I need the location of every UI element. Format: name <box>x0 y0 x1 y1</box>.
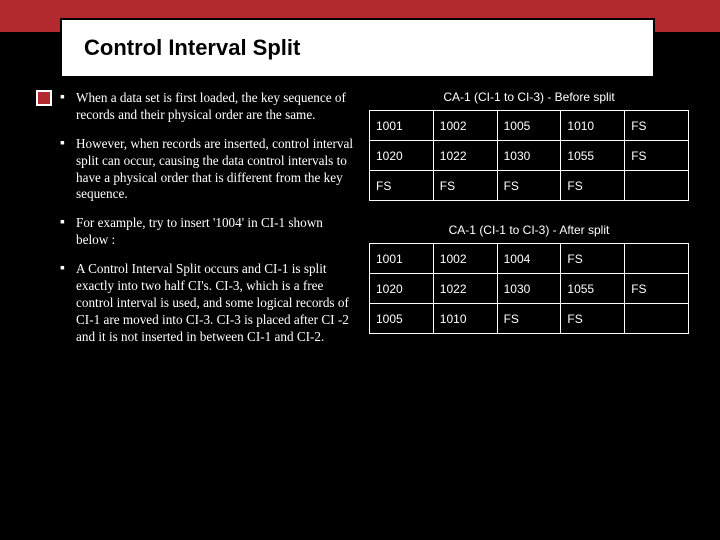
bullet-text: When a data set is first loaded, the key… <box>76 90 355 124</box>
table-row: 1020 1022 1030 1055 FS <box>370 274 689 304</box>
cell: 1002 <box>433 111 497 141</box>
cell: FS <box>561 304 625 334</box>
cell: 1005 <box>497 111 561 141</box>
cell <box>625 171 689 201</box>
table-row: 1020 1022 1030 1055 FS <box>370 141 689 171</box>
list-item: ▪ When a data set is first loaded, the k… <box>60 90 355 124</box>
tables-column: CA-1 (CI-1 to CI-3) - Before split 1001 … <box>369 90 689 358</box>
bullet-icon: ▪ <box>60 215 76 249</box>
table-caption-before: CA-1 (CI-1 to CI-3) - Before split <box>369 90 689 104</box>
cell: 1055 <box>561 274 625 304</box>
cell: FS <box>561 244 625 274</box>
bullet-text: However, when records are inserted, cont… <box>76 136 355 204</box>
cell: 1005 <box>370 304 434 334</box>
bullet-icon: ▪ <box>60 136 76 204</box>
table-row: 1005 1010 FS FS <box>370 304 689 334</box>
content-area: ▪ When a data set is first loaded, the k… <box>60 90 690 358</box>
slide-title: Control Interval Split <box>84 35 300 61</box>
page-marker-icon <box>36 90 58 112</box>
cell: FS <box>561 171 625 201</box>
cell <box>625 244 689 274</box>
cell: 1055 <box>561 141 625 171</box>
bullet-icon: ▪ <box>60 261 76 345</box>
table-caption-after: CA-1 (CI-1 to CI-3) - After split <box>369 223 689 237</box>
title-box: Control Interval Split <box>60 18 655 78</box>
cell: 1002 <box>433 244 497 274</box>
list-item: ▪ A Control Interval Split occurs and CI… <box>60 261 355 345</box>
cell: 1022 <box>433 141 497 171</box>
cell: 1020 <box>370 141 434 171</box>
cell: FS <box>497 171 561 201</box>
list-item: ▪ For example, try to insert '1004' in C… <box>60 215 355 249</box>
cell: FS <box>497 304 561 334</box>
bullet-list: ▪ When a data set is first loaded, the k… <box>60 90 355 358</box>
table-before: 1001 1002 1005 1010 FS 1020 1022 1030 10… <box>369 110 689 201</box>
table-row: 1001 1002 1005 1010 FS <box>370 111 689 141</box>
cell: FS <box>625 111 689 141</box>
cell: 1001 <box>370 244 434 274</box>
cell: FS <box>625 274 689 304</box>
cell: FS <box>625 141 689 171</box>
cell: 1020 <box>370 274 434 304</box>
cell: FS <box>370 171 434 201</box>
cell: 1030 <box>497 274 561 304</box>
cell: 1004 <box>497 244 561 274</box>
bullet-text: A Control Interval Split occurs and CI-1… <box>76 261 355 345</box>
table-row: FS FS FS FS <box>370 171 689 201</box>
cell: FS <box>433 171 497 201</box>
list-item: ▪ However, when records are inserted, co… <box>60 136 355 204</box>
cell: 1022 <box>433 274 497 304</box>
cell: 1030 <box>497 141 561 171</box>
bullet-icon: ▪ <box>60 90 76 124</box>
bullet-text: For example, try to insert '1004' in CI-… <box>76 215 355 249</box>
table-row: 1001 1002 1004 FS <box>370 244 689 274</box>
cell: 1010 <box>433 304 497 334</box>
cell: 1010 <box>561 111 625 141</box>
cell <box>625 304 689 334</box>
table-after: 1001 1002 1004 FS 1020 1022 1030 1055 FS… <box>369 243 689 334</box>
cell: 1001 <box>370 111 434 141</box>
